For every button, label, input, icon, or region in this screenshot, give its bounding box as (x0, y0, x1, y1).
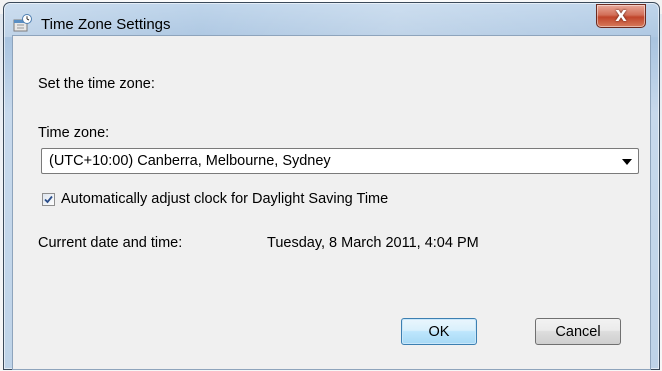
time-zone-dialog: Time Zone Settings X Set the time zone: … (3, 2, 660, 370)
current-datetime-value: Tuesday, 8 March 2011, 4:04 PM (267, 235, 479, 251)
title-bar[interactable]: Time Zone Settings X (4, 3, 659, 37)
timezone-label: Time zone: (38, 125, 110, 141)
timezone-selected-value: (UTC+10:00) Canberra, Melbourne, Sydney (49, 153, 331, 169)
window-title: Time Zone Settings (41, 16, 171, 33)
clock-settings-icon (13, 14, 33, 32)
chevron-down-icon[interactable] (622, 159, 632, 165)
dst-checkbox[interactable] (42, 193, 55, 206)
intro-text: Set the time zone: (38, 76, 155, 92)
cancel-button[interactable]: Cancel (535, 318, 621, 345)
checkmark-icon (44, 195, 53, 204)
close-icon: X (615, 7, 627, 25)
dst-checkbox-label[interactable]: Automatically adjust clock for Daylight … (61, 191, 388, 207)
dialog-body: Set the time zone: Time zone: (UTC+10:00… (12, 35, 651, 370)
ok-button[interactable]: OK (401, 318, 477, 345)
timezone-dropdown[interactable]: (UTC+10:00) Canberra, Melbourne, Sydney (41, 148, 639, 174)
current-datetime-label: Current date and time: (38, 235, 183, 251)
close-button[interactable]: X (596, 4, 646, 28)
